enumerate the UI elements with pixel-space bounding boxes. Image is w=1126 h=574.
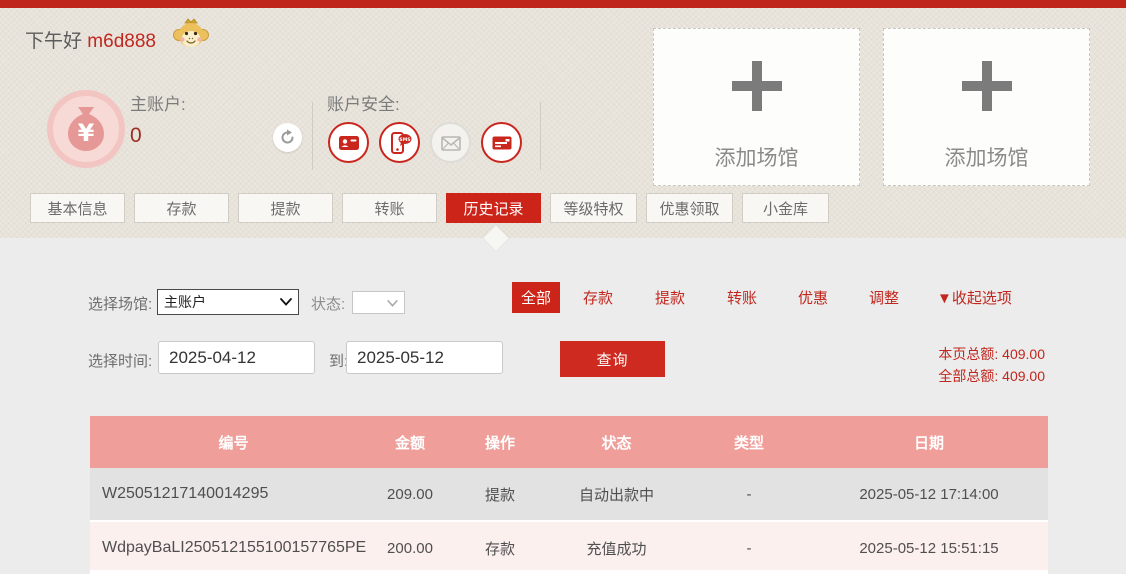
tab-transfer[interactable]: 转账: [342, 193, 437, 223]
date-from-input[interactable]: [158, 341, 315, 374]
add-venue-label: 添加场馆: [945, 142, 1029, 172]
cell-operation: 存款: [455, 521, 545, 574]
cell-id: W25051217140014295: [90, 468, 365, 521]
filter-type-promo[interactable]: 优惠: [798, 287, 828, 308]
account-security-label: 账户安全:: [327, 90, 400, 115]
tab-level-privilege[interactable]: 等级特权: [550, 193, 637, 223]
security-icons: SMS: [328, 122, 522, 163]
money-bag-icon: ¥: [47, 90, 125, 168]
cell-status: 充值成功: [545, 521, 688, 574]
greeting-text: 下午好: [25, 31, 82, 52]
cell-status: 自动出款中: [545, 468, 688, 521]
mail-icon[interactable]: [430, 122, 471, 163]
status-select-input[interactable]: [353, 292, 404, 313]
monkey-face-icon: [172, 16, 210, 57]
page-total-label: 本页总额:: [938, 346, 998, 362]
username: m6d888: [87, 31, 156, 52]
cell-type: -: [688, 468, 810, 521]
plus-icon: [732, 61, 782, 116]
col-header-date: 日期: [810, 416, 1048, 468]
all-total: 全部总额: 409.00: [800, 365, 1045, 387]
table-row: W25051217140014295 209.00 提款 自动出款中 - 202…: [90, 468, 1048, 521]
filter-type-transfer[interactable]: 转账: [727, 287, 757, 308]
filter-type-adjust[interactable]: 调整: [869, 287, 899, 308]
collapse-options-label: 收起选项: [952, 290, 1012, 307]
account-header-section: 下午好 m6d888 ¥: [0, 8, 1126, 238]
venue-select-input[interactable]: 主账户: [158, 290, 298, 314]
cell-amount: 209.00: [365, 468, 455, 521]
tab-treasury[interactable]: 小金库: [742, 193, 829, 223]
col-header-operation: 操作: [455, 416, 545, 468]
main-account-label: 主账户:: [130, 90, 186, 115]
page-total: 本页总额: 409.00: [800, 343, 1045, 365]
all-total-value: 409.00: [1002, 368, 1045, 384]
col-header-id: 编号: [90, 416, 365, 468]
cell-id: WdpayBaLI250512155100157765PE: [90, 521, 365, 574]
table-row: WdpayBaLI250512155100157765PE 200.00 存款 …: [90, 521, 1048, 574]
history-table: 编号 金额 操作 状态 类型 日期 W25051217140014295 209…: [90, 416, 1048, 574]
account-tabs: 基本信息 存款 提款 转账 历史记录 等级特权 优惠领取 小金库: [30, 193, 829, 223]
add-venue-button[interactable]: 添加场馆: [883, 28, 1090, 186]
status-select-label: 状态:: [311, 293, 345, 314]
svg-text:SMS: SMS: [399, 136, 410, 142]
cell-operation: 提款: [455, 468, 545, 521]
all-total-label: 全部总额:: [938, 368, 998, 384]
tab-basic-info[interactable]: 基本信息: [30, 193, 125, 223]
venue-select-label: 选择场馆:: [88, 293, 152, 314]
filter-type-deposit[interactable]: 存款: [583, 287, 613, 308]
totals: 本页总额: 409.00 全部总额: 409.00: [800, 343, 1045, 387]
collapse-options-link[interactable]: ▼收起选项: [937, 287, 1012, 308]
cell-amount: 200.00: [365, 521, 455, 574]
cell-date: 2025-05-12 17:14:00: [810, 468, 1048, 521]
tab-deposit[interactable]: 存款: [134, 193, 229, 223]
venue-select[interactable]: 主账户: [157, 289, 299, 315]
next-row-edge: [90, 570, 1048, 574]
cell-type: -: [688, 521, 810, 574]
refresh-icon[interactable]: [273, 123, 302, 152]
filter-type-withdraw[interactable]: 提款: [655, 287, 685, 308]
cell-date: 2025-05-12 15:51:15: [810, 521, 1048, 574]
filter-type-all[interactable]: 全部: [512, 282, 560, 313]
add-venue-button[interactable]: 添加场馆: [653, 28, 860, 186]
bank-card-icon[interactable]: [481, 122, 522, 163]
time-range-label: 选择时间:: [88, 350, 152, 371]
id-card-icon[interactable]: [328, 122, 369, 163]
table-header-row: 编号 金额 操作 状态 类型 日期: [90, 416, 1048, 468]
status-select[interactable]: [352, 291, 405, 314]
triangle-down-icon: ▼: [937, 290, 952, 307]
top-red-bar: [0, 0, 1126, 8]
search-button[interactable]: 查询: [560, 341, 665, 377]
divider: [540, 102, 541, 170]
plus-icon: [962, 61, 1012, 116]
greeting: 下午好 m6d888: [25, 26, 156, 53]
svg-text:¥: ¥: [78, 119, 95, 147]
col-header-amount: 金额: [365, 416, 455, 468]
page-total-value: 409.00: [1002, 346, 1045, 362]
col-header-status: 状态: [545, 416, 688, 468]
tab-promo-claim[interactable]: 优惠领取: [646, 193, 733, 223]
tab-history[interactable]: 历史记录: [446, 193, 541, 223]
main-account-balance: 0: [130, 124, 142, 148]
divider: [312, 102, 313, 170]
tab-withdraw[interactable]: 提款: [238, 193, 333, 223]
col-header-type: 类型: [688, 416, 810, 468]
date-to-input[interactable]: [346, 341, 503, 374]
add-venue-label: 添加场馆: [715, 142, 799, 172]
account-page: 下午好 m6d888 ¥: [0, 0, 1126, 574]
sms-phone-icon[interactable]: SMS: [379, 122, 420, 163]
